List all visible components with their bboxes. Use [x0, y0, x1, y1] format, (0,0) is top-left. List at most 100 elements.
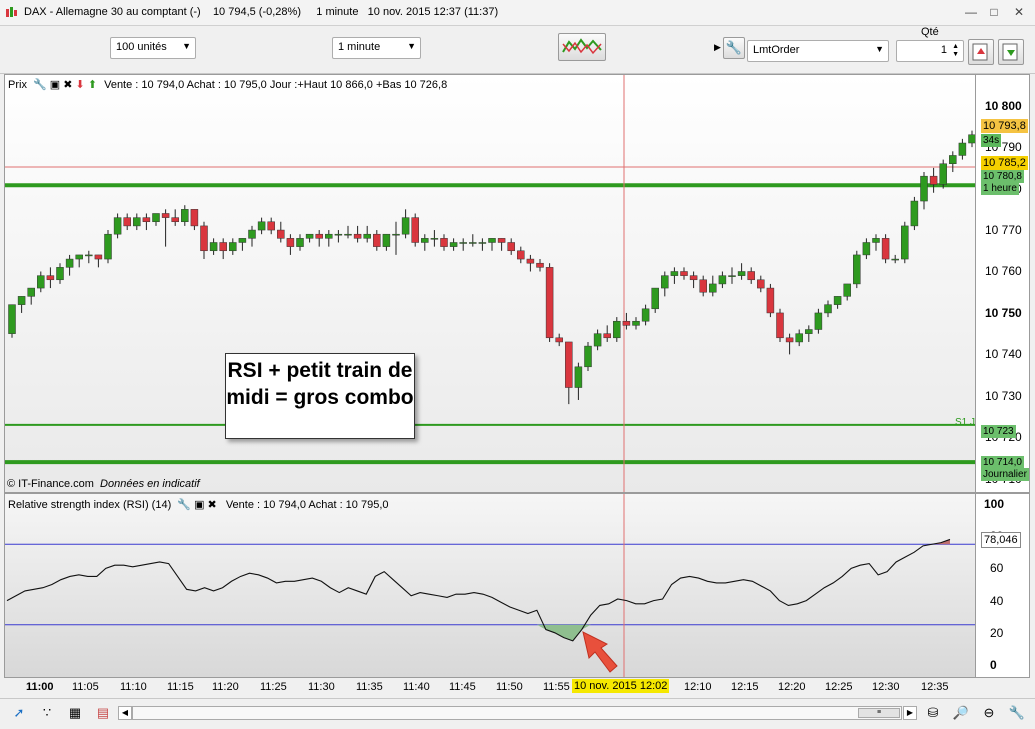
bull-candle	[718, 275, 727, 285]
sell-order-button[interactable]	[998, 39, 1024, 65]
bear-candle	[699, 279, 707, 293]
bear-candle	[161, 213, 170, 218]
wrench-icon[interactable]: 🔧	[33, 79, 47, 91]
price-chart-area[interactable]: Prix 🔧 ▣ ✖ ⬇ ⬆ Vente : 10 794,0 Achat : …	[5, 75, 975, 492]
layers-tool-icon[interactable]: ▤	[94, 704, 112, 722]
grid-tool-icon[interactable]: ▦	[66, 704, 84, 722]
time-tick-label: 11:55	[543, 681, 570, 693]
units-value: 100 unités	[116, 41, 167, 53]
scroll-right-button[interactable]: ▶	[903, 706, 917, 720]
title-bar: DAX - Allemagne 30 au comptant (-) 10 79…	[0, 0, 1035, 26]
bull-candle	[325, 233, 333, 239]
bull-candle	[651, 287, 659, 310]
maximize-icon[interactable]: □	[985, 4, 1003, 20]
minimize-icon[interactable]: —	[962, 4, 980, 20]
bear-candle	[776, 312, 784, 339]
bull-candle	[296, 238, 304, 247]
rsi-tick-label: 40	[990, 593, 1004, 608]
rsi-tick-label: 0	[990, 658, 997, 672]
zoom-select-icon[interactable]: 🔎	[952, 704, 970, 722]
scroll-left-button[interactable]: ◀	[118, 706, 132, 720]
price-pane: Prix 🔧 ▣ ✖ ⬇ ⬆ Vente : 10 794,0 Achat : …	[4, 74, 1030, 493]
window-icon[interactable]: ▣	[194, 499, 204, 511]
bull-candle	[891, 258, 899, 261]
rsi-chart[interactable]	[5, 494, 975, 677]
collapse-arrow-icon[interactable]: ▶	[714, 42, 721, 53]
magnet-tool-icon[interactable]: ∵	[38, 704, 56, 722]
rsi-chart-area[interactable]: Relative strength index (RSI) (14) 🔧 ▣ ✖…	[5, 494, 975, 677]
bear-candle	[766, 287, 775, 314]
timeframe-value: 1 minute	[338, 41, 381, 53]
bear-candle	[622, 320, 631, 326]
arrow-up-icon[interactable]: ⬆	[88, 79, 97, 91]
window-icon[interactable]: ▣	[50, 79, 60, 91]
countdown-tag: 34s	[981, 134, 1002, 147]
bull-candle	[363, 233, 371, 239]
close-circle-icon[interactable]: ✖	[63, 79, 72, 91]
bull-candle	[833, 296, 842, 305]
bull-candle	[593, 333, 602, 347]
time-tick-label: 11:05	[72, 681, 99, 693]
bull-candle	[814, 312, 823, 330]
bear-candle	[94, 254, 103, 260]
bull-candle	[334, 233, 343, 236]
indicators-button[interactable]	[558, 33, 606, 61]
price-tick-label: 10 760	[985, 264, 1022, 279]
bull-candle	[238, 238, 247, 243]
bear-candle	[440, 238, 448, 247]
price-chart[interactable]	[5, 75, 975, 492]
zoom-fit-icon[interactable]: ⛁	[924, 704, 942, 722]
time-tick-label: 11:15	[167, 681, 194, 693]
bull-candle	[632, 320, 640, 326]
price-tick-label: 10 750	[985, 305, 1022, 320]
arrow-tool-icon[interactable]: ➚	[10, 704, 28, 722]
bear-candle	[277, 229, 285, 239]
settings-tool-icon[interactable]: 🔧	[1008, 704, 1026, 722]
disclaimer-text: Données en indicatif	[100, 478, 200, 490]
bear-candle	[46, 275, 55, 281]
bear-candle	[680, 271, 688, 276]
bull-candle	[229, 242, 237, 252]
datetime-label: 10 nov. 2015 12:37 (11:37)	[367, 6, 499, 18]
close-circle-icon[interactable]: ✖	[208, 499, 217, 511]
rsi-axis[interactable]: 100806040200 78,046	[975, 494, 1029, 677]
copyright-text: © IT-Finance.com	[7, 478, 94, 490]
bull-candle	[392, 233, 400, 236]
qty-value: 1	[940, 44, 947, 56]
bear-candle	[373, 233, 381, 247]
bull-candle	[478, 242, 487, 244]
zoom-out-icon[interactable]: ⊖	[980, 704, 998, 722]
horizontal-scrollbar[interactable]: ≡	[132, 706, 902, 720]
scroll-thumb[interactable]: ≡	[858, 708, 900, 718]
rsi-current-tag: 78,046	[981, 532, 1021, 548]
bull-candle	[181, 209, 189, 223]
arrow-down-icon[interactable]: ⬇	[76, 79, 85, 91]
time-axis[interactable]: 11:00 11:05 11:10 11:15 11:20 11:25 11:30 11:35…	[4, 678, 1030, 698]
bull-candle	[728, 275, 736, 277]
bear-candle	[267, 221, 275, 231]
bear-candle	[757, 279, 765, 289]
bull-candle	[872, 238, 880, 243]
order-settings-button[interactable]: 🔧	[723, 37, 745, 59]
bull-candle	[958, 142, 967, 156]
price-pane-label: Prix	[8, 79, 27, 91]
order-type-select[interactable]: LmtOrder ▼	[747, 40, 889, 62]
red-arrow-shape	[582, 631, 618, 673]
qty-input[interactable]: 1 ▲ ▼	[896, 40, 964, 62]
bear-candle	[747, 271, 755, 281]
wrench-icon[interactable]: 🔧	[177, 499, 191, 511]
bull-candle	[133, 217, 141, 227]
timeframe-select[interactable]: 1 minute ▼	[332, 37, 421, 59]
units-select[interactable]: 100 unités ▼	[110, 37, 196, 59]
rsi-pane-header: Relative strength index (RSI) (14) 🔧 ▣ ✖…	[8, 498, 389, 511]
spinner-icon[interactable]: ▲ ▼	[952, 43, 959, 59]
wrench-icon: 🔧	[725, 40, 743, 55]
bull-candle	[27, 287, 35, 297]
time-tick-label: 12:20	[778, 681, 806, 693]
bull-candle	[401, 217, 410, 235]
bear-candle	[497, 238, 506, 243]
close-icon[interactable]: ✕	[1010, 4, 1028, 20]
last-price-tag: 10 793,8	[981, 119, 1028, 133]
buy-order-button[interactable]	[968, 39, 994, 65]
price-axis[interactable]: 10 80010 79010 78010 77010 76010 75010 7…	[975, 75, 1029, 492]
